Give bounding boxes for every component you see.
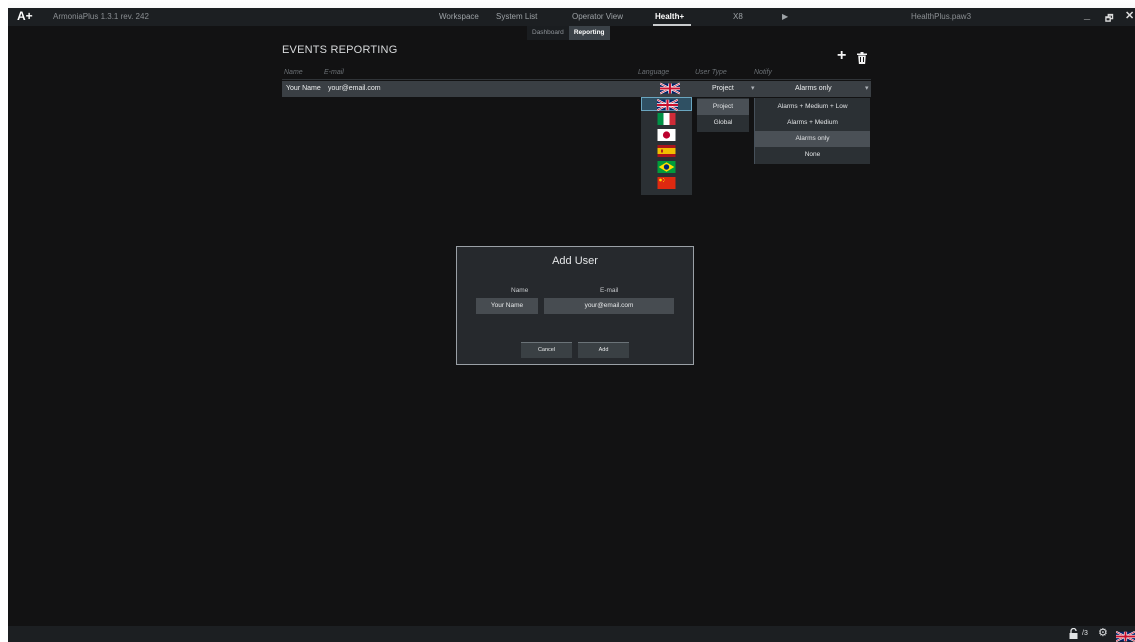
col-header-notify: Notify (754, 69, 772, 76)
notify-dropdown: Alarms + Medium + Low Alarms + Medium Al… (754, 98, 870, 164)
app-logo[interactable]: A+ (17, 9, 33, 23)
app-window: A+ ArmoniaPlus 1.3.1 rev. 242 Workspace … (8, 8, 1135, 642)
menu-workspace[interactable]: Workspace (439, 12, 479, 21)
file-name: HealthPlus.paw3 (911, 12, 972, 21)
col-header-language: Language (638, 69, 670, 76)
table-row[interactable]: Your Name your@email.com Project ▾ Alarm… (282, 81, 871, 97)
app-version: ArmoniaPlus 1.3.1 rev. 242 (53, 12, 149, 21)
language-option-italy[interactable] (641, 112, 692, 126)
left-border (0, 0, 8, 642)
status-bar: /3 ⚙ (8, 626, 1135, 642)
china-flag-icon (657, 177, 676, 189)
uk-flag-icon (1115, 630, 1135, 642)
health-subtabs: Dashboard Reporting (527, 26, 610, 40)
restore-icon[interactable]: 🗗 (1105, 11, 1113, 27)
name-field[interactable]: Your Name (476, 298, 538, 314)
user-type-option-project[interactable]: Project (697, 99, 749, 115)
language-option-uk[interactable] (641, 97, 692, 111)
add-button[interactable]: Add (578, 342, 629, 358)
uk-flag-icon (657, 99, 678, 111)
tab-reporting[interactable]: Reporting (568, 26, 610, 40)
row-notify[interactable]: Alarms only (795, 85, 832, 92)
chevron-down-icon[interactable]: ▾ (865, 84, 869, 92)
row-name[interactable]: Your Name (286, 85, 321, 92)
row-email[interactable]: your@email.com (328, 85, 381, 92)
close-icon[interactable]: ✕ (1125, 9, 1134, 22)
menu-system-list[interactable]: System List (496, 12, 537, 21)
row-user-type[interactable]: Project (712, 85, 734, 92)
gear-icon[interactable]: ⚙ (1098, 626, 1108, 639)
title-bar: A+ ArmoniaPlus 1.3.1 rev. 242 Workspace … (8, 8, 1135, 26)
name-label: Name (511, 287, 529, 294)
spain-flag-icon (657, 145, 676, 157)
notify-option-alarms-only[interactable]: Alarms only (755, 131, 870, 147)
language-option-china[interactable] (641, 176, 692, 190)
dialog-title: Add User (552, 255, 598, 267)
menu-x8[interactable]: X8 (733, 12, 743, 21)
notify-option-alarms-medium[interactable]: Alarms + Medium (755, 115, 870, 131)
language-option-japan[interactable] (641, 128, 692, 142)
trash-icon[interactable] (857, 51, 867, 69)
user-type-dropdown: Project Global (697, 98, 749, 132)
tab-dashboard[interactable]: Dashboard (527, 26, 569, 40)
language-option-brazil[interactable] (641, 160, 692, 174)
add-user-dialog: Add User Name E-mail Your Name your@emai… (456, 246, 694, 365)
lock-icon[interactable] (1069, 627, 1078, 641)
email-field[interactable]: your@email.com (544, 298, 674, 314)
brazil-flag-icon (657, 161, 676, 173)
active-menu-indicator (653, 24, 691, 26)
language-dropdown (641, 97, 692, 195)
italy-flag-icon (657, 113, 676, 125)
menu-operator-view[interactable]: Operator View (572, 12, 623, 21)
user-count: /3 (1082, 630, 1088, 637)
language-icon[interactable] (1115, 629, 1135, 642)
uk-flag-icon[interactable] (660, 82, 680, 95)
notify-option-none[interactable]: None (755, 147, 870, 163)
chevron-down-icon[interactable]: ▾ (751, 84, 755, 92)
japan-flag-icon (657, 129, 676, 141)
email-label: E-mail (600, 287, 619, 294)
minimize-icon[interactable]: _ (1084, 9, 1090, 21)
plus-icon[interactable]: + (837, 47, 846, 65)
page-title: EVENTS REPORTING (282, 44, 398, 56)
language-option-spain[interactable] (641, 144, 692, 158)
notify-option-alarms-medium-low[interactable]: Alarms + Medium + Low (755, 99, 870, 115)
cancel-button[interactable]: Cancel (521, 342, 572, 358)
col-header-user-type: User Type (695, 69, 727, 76)
col-header-email: E-mail (324, 69, 344, 76)
menu-health-plus[interactable]: Health+ (655, 12, 684, 21)
top-border (8, 0, 1135, 8)
header-divider (282, 79, 871, 80)
col-header-name: Name (284, 69, 303, 76)
menu-play-icon[interactable]: ▶ (782, 12, 788, 21)
user-type-option-global[interactable]: Global (697, 115, 749, 131)
